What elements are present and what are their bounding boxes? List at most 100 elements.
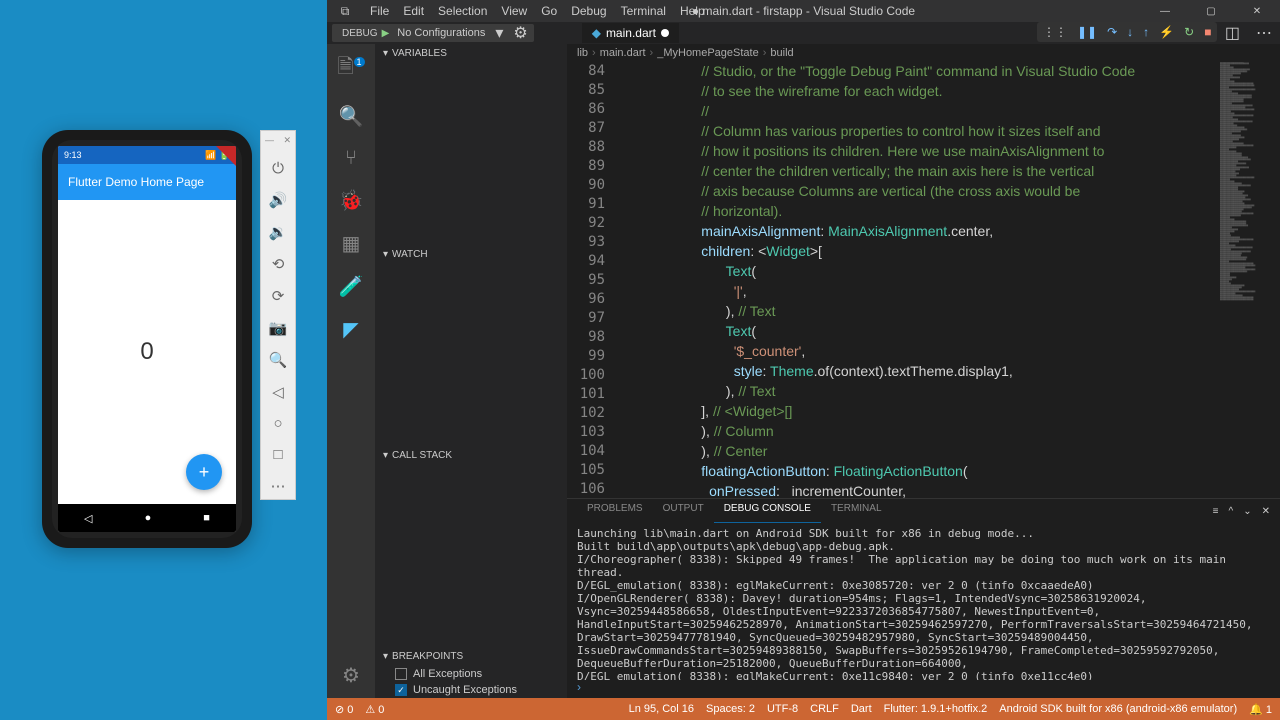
volume-up-icon[interactable]: 🔊 — [269, 191, 288, 209]
panel-tab-debug-console[interactable]: DEBUG CONSOLE — [714, 499, 821, 523]
explorer-icon[interactable]: 🗎1 — [337, 52, 364, 86]
title-bar: ⧉ FileEditSelectionViewGoDebugTerminalHe… — [327, 0, 1280, 22]
zoom-icon[interactable]: 🔍 — [269, 351, 288, 369]
dart-file-icon: ◆ — [592, 26, 601, 40]
menu-selection[interactable]: Selection — [431, 4, 494, 18]
phone-frame: 9:13 📶 🔋 Flutter Demo Home Page 0 + ◁ ● … — [42, 130, 252, 548]
cursor-position[interactable]: Ln 95, Col 16 — [629, 703, 694, 715]
source-control-icon[interactable]: ⑂ — [345, 147, 357, 170]
minimap[interactable]: ██████████████████████████ █████████████… — [1220, 62, 1280, 498]
clear-console-icon[interactable]: ≡ — [1213, 506, 1219, 517]
fab-button[interactable]: + — [186, 454, 222, 490]
breadcrumb-item[interactable]: lib — [577, 47, 588, 59]
maximize-panel-icon[interactable]: ⌄ — [1243, 506, 1251, 517]
window-title: ● main.dart - firstapp - Visual Studio C… — [692, 4, 915, 18]
stop-icon[interactable]: ■ — [1204, 25, 1211, 39]
flutter-icon[interactable]: ◤ — [343, 317, 358, 342]
back-nav-icon[interactable]: ◁ — [272, 383, 284, 401]
app-bar: Flutter Demo Home Page — [58, 164, 236, 200]
pause-icon[interactable]: ❚❚ — [1077, 25, 1097, 39]
chevron-down-icon[interactable]: ▾ — [495, 23, 503, 43]
drag-handle-icon[interactable]: ⋮⋮ — [1043, 25, 1067, 39]
phone-status-bar: 9:13 📶 🔋 — [58, 146, 236, 164]
breadcrumb[interactable]: lib›main.dart›_MyHomePageState›build — [567, 44, 1280, 62]
debug-action-bar[interactable]: ⋮⋮ ❚❚ ↷ ↓ ↑ ⚡ ↻ ■ — [1037, 22, 1217, 42]
breakpoints-header[interactable]: ▾ BREAKPOINTS — [375, 647, 567, 666]
more-icon[interactable]: ⋯ — [271, 477, 286, 495]
device-selector[interactable]: Android SDK built for x86 (android-x86 e… — [999, 703, 1237, 715]
start-debug-icon[interactable]: ▶ — [382, 28, 390, 39]
extensions-icon[interactable]: ▦ — [342, 231, 361, 256]
minimize-button[interactable]: — — [1142, 0, 1188, 22]
phone-screen: 9:13 📶 🔋 Flutter Demo Home Page 0 + ◁ ● … — [58, 146, 236, 532]
search-icon[interactable]: 🔍 — [339, 104, 364, 129]
menu-debug[interactable]: Debug — [564, 4, 613, 18]
debug-icon[interactable]: 🐞 — [339, 188, 364, 213]
collapse-panel-icon[interactable]: ^ — [1229, 506, 1234, 517]
encoding[interactable]: UTF-8 — [767, 703, 798, 715]
breadcrumb-item[interactable]: main.dart — [600, 47, 646, 59]
debug-console-output[interactable]: Launching lib\main.dart on Android SDK b… — [567, 523, 1280, 680]
settings-icon[interactable]: ⚙ — [342, 663, 360, 688]
step-over-icon[interactable]: ↷ — [1107, 25, 1117, 39]
dirty-indicator — [661, 29, 669, 37]
menu-go[interactable]: Go — [534, 4, 564, 18]
close-button[interactable]: ✕ — [1234, 0, 1280, 22]
status-warnings[interactable]: ⚠ 0 — [365, 703, 384, 716]
rotate-right-icon[interactable]: ⟳ — [272, 287, 285, 305]
breadcrumb-item[interactable]: _MyHomePageState — [657, 47, 759, 59]
breadcrumb-item[interactable]: build — [770, 47, 793, 59]
step-into-icon[interactable]: ↓ — [1127, 25, 1133, 39]
watch-header[interactable]: ▾ WATCH — [375, 245, 567, 264]
split-editor-icon[interactable]: ◫ — [1225, 23, 1240, 43]
panel-tab-terminal[interactable]: TERMINAL — [821, 499, 892, 523]
minimize-icon[interactable]: — — [265, 135, 274, 146]
menu-view[interactable]: View — [494, 4, 534, 18]
eol[interactable]: CRLF — [810, 703, 839, 715]
debug-ribbon — [216, 146, 236, 166]
restart-icon[interactable]: ↻ — [1184, 25, 1194, 39]
volume-down-icon[interactable]: 🔉 — [269, 223, 288, 241]
uncaught-exceptions-checkbox[interactable]: ✓Uncaught Exceptions — [375, 682, 567, 698]
home-nav-icon[interactable]: ○ — [273, 415, 282, 432]
status-bar: ⊘ 0 ⚠ 0 Ln 95, Col 16 Spaces: 2 UTF-8 CR… — [327, 698, 1280, 720]
menu-file[interactable]: File — [363, 4, 396, 18]
indentation[interactable]: Spaces: 2 — [706, 703, 755, 715]
back-button[interactable]: ◁ — [84, 512, 92, 525]
callstack-header[interactable]: ▾ CALL STACK — [375, 446, 567, 465]
language-mode[interactable]: Dart — [851, 703, 872, 715]
counter-text: 0 — [140, 338, 153, 366]
test-icon[interactable]: 🧪 — [339, 274, 364, 299]
gear-icon[interactable]: ⚙ — [513, 23, 527, 43]
debug-console-input[interactable]: › — [567, 680, 1280, 698]
recents-button[interactable]: ■ — [203, 512, 210, 524]
menu-edit[interactable]: Edit — [396, 4, 431, 18]
hot-reload-icon[interactable]: ⚡ — [1159, 25, 1174, 39]
home-button[interactable]: ● — [145, 512, 152, 524]
notifications[interactable]: 🔔 1 — [1249, 703, 1272, 716]
variables-header[interactable]: ▾ VARIABLES — [375, 44, 567, 63]
camera-icon[interactable]: 📷 — [269, 319, 288, 337]
vscode-icon: ⧉ — [335, 4, 355, 19]
status-errors[interactable]: ⊘ 0 — [335, 703, 353, 716]
close-icon[interactable]: ✕ — [283, 135, 291, 146]
close-panel-icon[interactable]: ✕ — [1262, 506, 1270, 517]
debug-config-dropdown[interactable]: No Configurations — [393, 27, 489, 39]
vscode-window: ⧉ FileEditSelectionViewGoDebugTerminalHe… — [327, 0, 1280, 720]
overview-icon[interactable]: □ — [273, 446, 282, 463]
flutter-version[interactable]: Flutter: 1.9.1+hotfix.2 — [884, 703, 988, 715]
bottom-panel: PROBLEMSOUTPUTDEBUG CONSOLETERMINAL ≡ ^ … — [567, 498, 1280, 698]
editor-tab[interactable]: ◆ main.dart — [582, 23, 679, 43]
menu-terminal[interactable]: Terminal — [614, 4, 673, 18]
app-title: Flutter Demo Home Page — [68, 175, 204, 189]
code-editor[interactable]: 84 85 86 87 88 89 90 91 92 93 94 95 96 9… — [567, 62, 1280, 498]
phone-time: 9:13 — [64, 150, 82, 160]
more-actions-icon[interactable]: ⋯ — [1256, 23, 1272, 43]
panel-tab-output[interactable]: OUTPUT — [653, 499, 714, 523]
rotate-left-icon[interactable]: ⟲ — [272, 255, 285, 273]
panel-tab-problems[interactable]: PROBLEMS — [577, 499, 653, 523]
all-exceptions-checkbox[interactable]: All Exceptions — [375, 666, 567, 682]
maximize-button[interactable]: ▢ — [1188, 0, 1234, 22]
step-out-icon[interactable]: ↑ — [1143, 25, 1149, 39]
power-icon[interactable]: ⏻ — [272, 160, 284, 177]
